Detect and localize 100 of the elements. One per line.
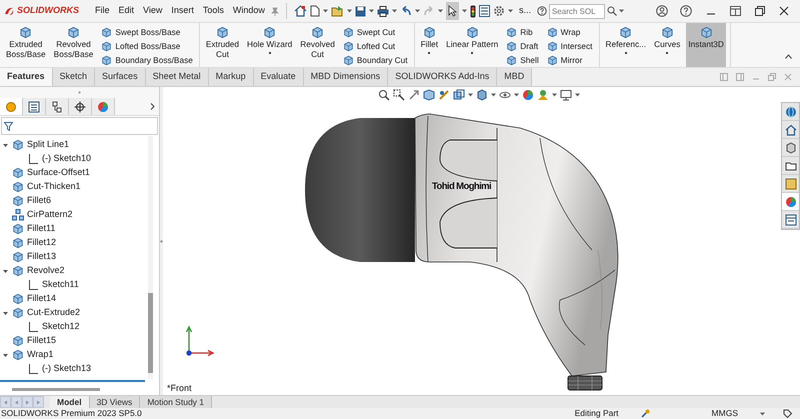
command-tab[interactable]: Sheet Metal [146, 68, 209, 86]
command-tab[interactable]: SOLIDWORKS Add-Ins [388, 68, 498, 86]
document-tab[interactable]: 3D Views [90, 396, 140, 408]
ribbon-tool-button[interactable]: Draft [504, 39, 541, 53]
ribbon-tool-button[interactable]: Intersect [544, 39, 594, 53]
dropdown-caret-icon[interactable] [368, 9, 374, 13]
tree-item-label[interactable]: CirPattern2 [27, 208, 73, 222]
ribbon-tool-button[interactable]: Extruded Boss/Base [4, 23, 48, 67]
splitter-grip-icon[interactable] [160, 240, 163, 242]
ribbon-tool-button[interactable]: Extruded Cut [204, 23, 242, 67]
tree-item-label[interactable]: (-) Sketch10 [42, 152, 92, 166]
collapse-caret-icon[interactable] [2, 268, 9, 274]
pin-icon[interactable] [270, 6, 279, 16]
ribbon-tool-button[interactable]: Revolved Boss/Base [52, 23, 96, 67]
search-field[interactable]: Search SOL [548, 4, 605, 18]
collapse-caret-icon[interactable] [2, 352, 9, 358]
dropdown-caret-icon[interactable] [438, 9, 443, 13]
search-icon[interactable] [606, 6, 617, 16]
command-tab[interactable]: MBD Dimensions [304, 68, 388, 86]
command-tab[interactable]: Surfaces [95, 68, 146, 86]
panel-tab[interactable] [46, 98, 69, 115]
tree-item-label[interactable]: Revolve2 [27, 264, 65, 278]
ribbon-tool-button[interactable]: Swept Boss/Base [99, 25, 195, 39]
ribbon-tool-button[interactable]: Lofted Cut [340, 39, 410, 53]
dropdown-caret-icon[interactable] [462, 9, 467, 13]
tree-item-label[interactable]: (-) Sketch13 [42, 362, 92, 376]
home-icon[interactable] [294, 5, 307, 17]
tree-item-label[interactable]: Fillet11 [27, 222, 56, 236]
menu-item[interactable]: File [92, 4, 113, 18]
tree-item-label[interactable]: Split Line1 [27, 138, 70, 152]
menu-item[interactable]: Edit [116, 4, 138, 18]
units-selector[interactable]: MMGS [712, 408, 738, 419]
ribbon-tool-button[interactable]: Shell [504, 53, 541, 67]
help-circle-icon[interactable] [536, 6, 547, 16]
dropdown-caret-icon[interactable] [575, 93, 580, 97]
user-account-icon[interactable] [656, 5, 668, 17]
menu-item[interactable]: Tools [200, 4, 227, 18]
tree-filter-field[interactable] [1, 117, 158, 135]
tree-item-label[interactable]: Cut-Extrude2 [27, 306, 80, 320]
select-tool-button[interactable] [446, 2, 459, 20]
panel-tab[interactable] [23, 98, 46, 115]
command-tab[interactable]: MBD [497, 68, 532, 86]
dropdown-caret-icon[interactable] [322, 9, 328, 13]
ribbon-tool-button[interactable]: Linear Pattern [444, 23, 500, 67]
tree-item-label[interactable]: Fillet12 [27, 236, 56, 250]
dropdown-caret-icon[interactable] [618, 9, 624, 13]
print-icon[interactable] [376, 6, 389, 16]
tree-item-label[interactable]: Sketch12 [42, 320, 80, 334]
search-scope-label[interactable]: s... [516, 4, 534, 18]
save-icon[interactable] [354, 6, 366, 16]
menu-item[interactable]: Insert [168, 4, 197, 18]
tree-item-label[interactable]: Fillet13 [27, 250, 56, 264]
ribbon-tool-button[interactable]: Wrap [544, 25, 594, 39]
tile-windows-icon[interactable] [730, 6, 741, 16]
ribbon-tool-button[interactable]: Rib [504, 25, 541, 39]
collapse-caret-icon[interactable] [2, 142, 9, 148]
collapse-caret-icon[interactable] [2, 310, 9, 316]
dropdown-caret-icon[interactable] [468, 93, 473, 97]
tree-item-label[interactable]: Cut-Thicken1 [27, 180, 81, 194]
ribbon-tool-button[interactable]: Swept Cut [340, 25, 410, 39]
document-tab[interactable]: Model [50, 396, 90, 408]
ribbon-tool-button[interactable]: Revolved Cut [298, 23, 337, 67]
dropdown-caret-icon[interactable] [346, 9, 352, 13]
menu-item[interactable]: Window [230, 4, 268, 18]
tree-item-label[interactable]: Fillet6 [27, 194, 52, 208]
ribbon-tool-button[interactable]: Lofted Boss/Base [99, 39, 195, 53]
tree-item-label[interactable]: Sketch11 [42, 278, 79, 292]
zoom-to-fit-icon[interactable] [378, 89, 390, 101]
command-tab[interactable]: Markup [208, 68, 254, 86]
collapse-chevron-icon[interactable] [785, 54, 792, 59]
ribbon-tool-button[interactable]: Fillet [418, 23, 440, 67]
dropdown-caret-icon[interactable] [392, 9, 397, 13]
tree-item-label[interactable]: Wrap1 [27, 348, 54, 362]
file-properties-icon[interactable] [478, 5, 490, 17]
undo-icon[interactable] [400, 6, 412, 16]
dropdown-caret-icon[interactable] [491, 93, 496, 97]
dropdown-caret-icon[interactable] [508, 9, 513, 13]
ribbon-tool-button[interactable]: Boundary Cut [340, 53, 410, 67]
scrollbar-thumb[interactable] [12, 388, 100, 391]
ribbon-tool-button[interactable]: Instant3D [686, 23, 726, 67]
panel-grip-icon[interactable] [78, 91, 81, 94]
expand-chevron-icon[interactable] [150, 103, 155, 110]
dropdown-caret-icon[interactable] [414, 9, 420, 13]
panel-tab[interactable] [69, 98, 92, 115]
tree-item-label[interactable]: Fillet14 [27, 292, 56, 306]
restore-icon[interactable] [755, 6, 765, 16]
document-tab[interactable]: Motion Study 1 [140, 396, 212, 408]
ribbon-tool-button[interactable]: Boundary Boss/Base [99, 53, 195, 67]
monitor-icon[interactable] [560, 89, 572, 101]
ribbon-tool-button[interactable]: Curves [652, 23, 682, 67]
help-icon[interactable] [680, 5, 692, 17]
new-document-icon[interactable] [310, 5, 320, 17]
ribbon-tool-button[interactable]: Referenc... [604, 23, 648, 67]
dropdown-caret-icon[interactable] [760, 412, 765, 416]
hide-show-icon[interactable] [499, 89, 511, 101]
traffic-light-icon[interactable] [470, 4, 476, 18]
tag-icon[interactable] [783, 409, 792, 418]
command-tab[interactable]: Evaluate [254, 68, 304, 86]
dropdown-caret-icon[interactable] [514, 93, 519, 97]
task-pane-tab[interactable] [782, 193, 799, 211]
